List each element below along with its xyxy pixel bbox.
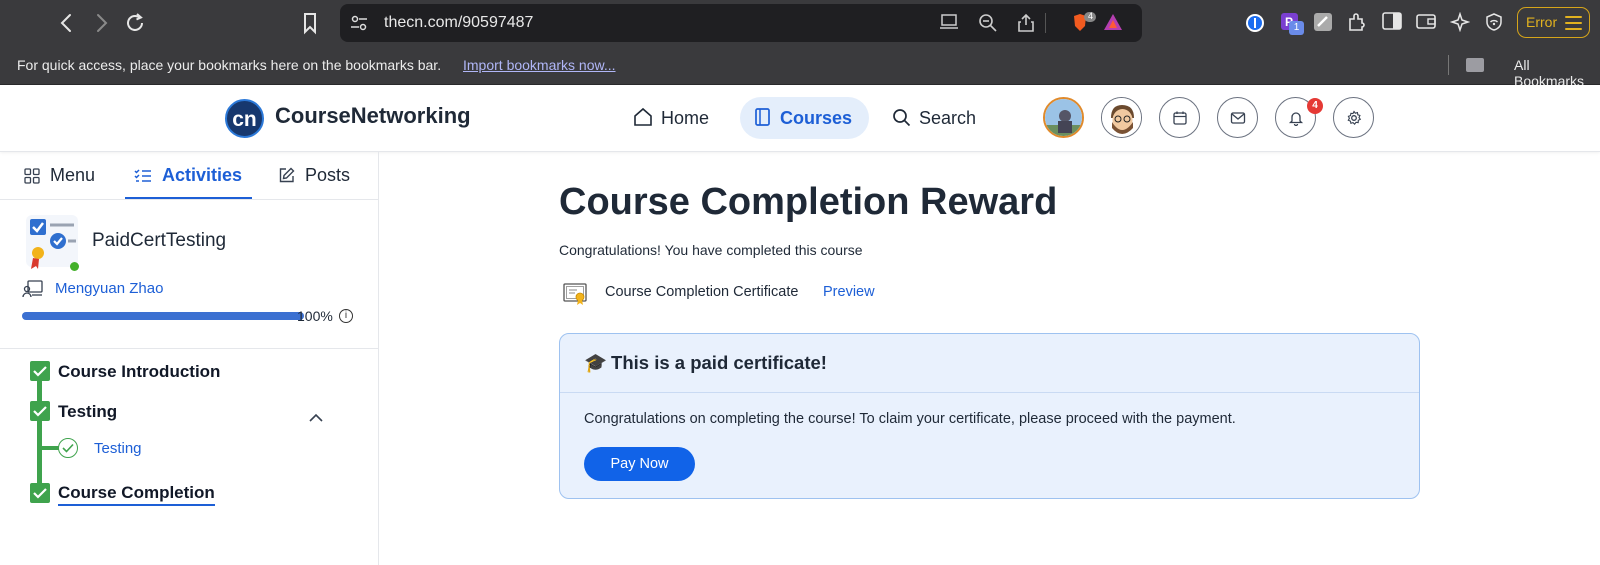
bookmark-icon[interactable] — [300, 11, 320, 35]
brave-shields-icon[interactable]: 4 — [1070, 11, 1096, 41]
info-icon[interactable]: i — [339, 309, 353, 323]
url-divider — [1045, 13, 1046, 33]
vpn-icon[interactable] — [1483, 12, 1505, 34]
certificate-icon — [563, 282, 589, 311]
graduation-cap-icon: 🎓 — [584, 352, 608, 373]
import-bookmarks-link[interactable]: Import bookmarks now... — [463, 57, 616, 73]
extensions-puzzle-icon[interactable] — [1346, 12, 1368, 34]
checklist-icon — [134, 169, 151, 182]
extension-p-icon[interactable]: P 1 — [1280, 12, 1304, 35]
brave-rewards-icon[interactable] — [1103, 13, 1123, 33]
zoom-out-icon[interactable] — [978, 13, 998, 33]
folder-icon — [1466, 58, 1484, 72]
logo-mark[interactable]: cn — [225, 99, 264, 138]
check-circle-icon — [58, 438, 78, 458]
messages-button[interactable] — [1217, 97, 1258, 138]
site-settings-icon[interactable] — [350, 15, 368, 36]
check-square-icon — [30, 401, 50, 421]
activity-testing-section[interactable]: Testing — [58, 402, 117, 422]
error-label: Error — [1526, 14, 1558, 30]
ext-p-count: 1 — [1289, 21, 1304, 35]
instructor-icon — [22, 280, 44, 303]
paid-card-message: Congratulations on completing the course… — [584, 411, 1236, 427]
progress-label: 100% — [297, 308, 333, 324]
app-header: cn CourseNetworking Home Courses Search — [0, 85, 1600, 152]
tree-branch — [40, 446, 60, 450]
back-icon[interactable] — [54, 10, 80, 36]
address-bar[interactable]: thecn.com/90597487 4 — [340, 4, 1142, 42]
tab-activities[interactable]: Activities — [134, 152, 242, 198]
bookmarks-bar: For quick access, place your bookmarks h… — [0, 46, 1600, 89]
tab-menu[interactable]: Menu — [24, 152, 95, 198]
course-sidebar: Menu Activities Posts PaidCertTesting Me… — [0, 152, 379, 565]
sidebar-toggle-icon[interactable] — [1381, 12, 1403, 34]
forward-icon[interactable] — [88, 10, 114, 36]
certificate-name: Course Completion Certificate — [605, 284, 799, 300]
gear-icon — [1347, 110, 1362, 126]
page-title: Course Completion Reward — [559, 181, 1058, 223]
home-icon — [634, 107, 652, 126]
share-icon[interactable] — [1016, 13, 1036, 33]
menu-icon — [1565, 16, 1582, 34]
pay-now-button[interactable]: Pay Now — [584, 447, 695, 481]
nav-search-label: Search — [919, 108, 977, 128]
nav-search[interactable]: Search — [878, 97, 990, 139]
calendar-icon — [1173, 111, 1187, 125]
search-icon — [893, 109, 911, 127]
instructor-link[interactable]: Mengyuan Zhao — [55, 280, 163, 297]
grid-icon — [24, 168, 40, 184]
online-indicator — [70, 262, 79, 271]
nav-home-label: Home — [661, 108, 710, 128]
paid-card-divider — [560, 392, 1419, 393]
install-app-icon[interactable] — [940, 13, 960, 33]
check-square-icon — [30, 483, 50, 503]
leo-ai-icon[interactable] — [1449, 11, 1471, 34]
book-icon — [755, 108, 770, 126]
activity-testing-item[interactable]: Testing — [94, 440, 142, 457]
nav-home[interactable]: Home — [619, 97, 723, 139]
bell-icon — [1288, 112, 1304, 126]
tab-activities-label: Activities — [162, 165, 243, 185]
brand-name[interactable]: CourseNetworking — [275, 103, 471, 129]
reload-icon[interactable] — [122, 10, 148, 36]
extension-s-icon[interactable] — [1312, 12, 1334, 34]
nav-courses-label: Courses — [780, 108, 853, 128]
settings-button[interactable] — [1333, 97, 1374, 138]
chevron-up-icon[interactable] — [309, 410, 323, 428]
course-title: PaidCertTesting — [92, 230, 227, 251]
tree-connector — [37, 364, 42, 502]
wallet-icon[interactable] — [1415, 12, 1437, 34]
activity-course-completion[interactable]: Course Completion — [58, 483, 215, 506]
course-avatar[interactable] — [1043, 97, 1084, 138]
edit-icon — [279, 167, 295, 183]
brave-count: 4 — [1088, 11, 1094, 21]
notification-badge: 4 — [1307, 98, 1323, 114]
mail-icon — [1230, 112, 1246, 124]
completion-message: Congratulations! You have completed this… — [559, 242, 863, 258]
tab-menu-label: Menu — [50, 165, 96, 185]
activity-course-introduction[interactable]: Course Introduction — [58, 362, 220, 382]
nav-courses[interactable]: Courses — [740, 97, 869, 139]
course-progress-bar — [22, 312, 304, 320]
error-menu-button[interactable]: Error — [1517, 7, 1590, 38]
paid-card-heading: This is a paid certificate! — [611, 352, 827, 373]
tab-posts[interactable]: Posts — [278, 152, 350, 198]
paid-card-heading-row: 🎓 This is a paid certificate! — [584, 352, 827, 374]
check-square-icon — [30, 361, 50, 381]
url-text[interactable]: thecn.com/90597487 — [384, 14, 533, 32]
user-avatar[interactable] — [1101, 97, 1142, 138]
bookmarks-divider — [1448, 55, 1449, 75]
bookmarks-prompt: For quick access, place your bookmarks h… — [17, 57, 442, 73]
browser-toolbar: thecn.com/90597487 4 P 1 — [0, 0, 1600, 46]
tabs-divider — [0, 199, 379, 200]
tab-posts-label: Posts — [305, 165, 351, 185]
progress-fill — [22, 312, 304, 320]
calendar-button[interactable] — [1159, 97, 1200, 138]
preview-link[interactable]: Preview — [823, 284, 875, 300]
paid-certificate-card: 🎓 This is a paid certificate! Congratulat… — [559, 333, 1420, 499]
sidebar-divider — [0, 348, 379, 349]
password-manager-icon[interactable] — [1244, 12, 1266, 34]
